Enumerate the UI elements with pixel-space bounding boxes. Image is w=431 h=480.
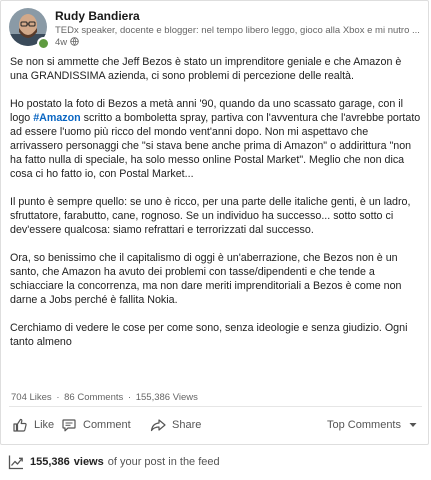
post-age: 4w	[55, 37, 79, 49]
author-name[interactable]: Rudy Bandiera	[55, 9, 140, 23]
trending-icon	[8, 455, 23, 470]
footer-views-word: views	[73, 456, 104, 468]
separator: ·	[56, 392, 60, 403]
footer-views-number: 155,386	[30, 456, 70, 468]
like-button[interactable]: Like	[12, 414, 54, 436]
post-paragraph: Cerchiamo di vedere le cose per come son…	[10, 322, 408, 348]
comments-count[interactable]: 86 Comments	[64, 392, 123, 403]
sort-comments-dropdown[interactable]: Top Comments	[327, 414, 419, 436]
post-card: Rudy Bandiera TEDx speaker, docente e bl…	[0, 0, 429, 445]
author-headline: TEDx speaker, docente e blogger: nel tem…	[55, 25, 420, 36]
hashtag-link[interactable]: #Amazon	[33, 112, 81, 124]
post-paragraph: Ho postato la foto di Bezos a metà anni …	[10, 97, 422, 181]
divider	[9, 406, 422, 407]
like-label: Like	[34, 419, 55, 431]
action-bar: Like Comment Share Top Comments	[9, 414, 422, 436]
like-icon	[13, 418, 27, 432]
comment-label: Comment	[83, 419, 131, 431]
post-header: Rudy Bandiera TEDx speaker, docente e bl…	[9, 8, 424, 50]
comment-icon	[62, 419, 76, 432]
footer-views-text: of your post in the feed	[107, 456, 220, 468]
comment-button[interactable]: Comment	[61, 414, 131, 436]
post-body: Se non si ammette che Jeff Bezos è stato…	[10, 55, 422, 363]
views-count[interactable]: 155,386 Views	[136, 392, 198, 403]
post-analytics-footer[interactable]: 155,386 views of your post in the feed	[8, 452, 220, 472]
share-button[interactable]: Share	[150, 414, 201, 436]
post-age-text: 4w	[55, 37, 68, 48]
likes-count[interactable]: 704 Likes	[11, 392, 52, 403]
post-paragraph: Ora, so benissimo che il capitalismo di …	[10, 252, 402, 306]
chevron-down-icon	[409, 423, 417, 427]
share-label: Share	[172, 419, 202, 431]
share-icon	[150, 419, 166, 432]
separator: ·	[127, 392, 132, 403]
post-paragraph: Il punto è sempre quello: se uno è ricco…	[10, 196, 411, 236]
sort-label: Top Comments	[327, 419, 401, 431]
online-status-dot	[37, 37, 50, 50]
globe-icon	[70, 37, 79, 49]
post-stats: 704 Likes · 86 Comments · 155,386 Views	[11, 392, 198, 403]
post-paragraph: Se non si ammette che Jeff Bezos è stato…	[10, 56, 402, 82]
